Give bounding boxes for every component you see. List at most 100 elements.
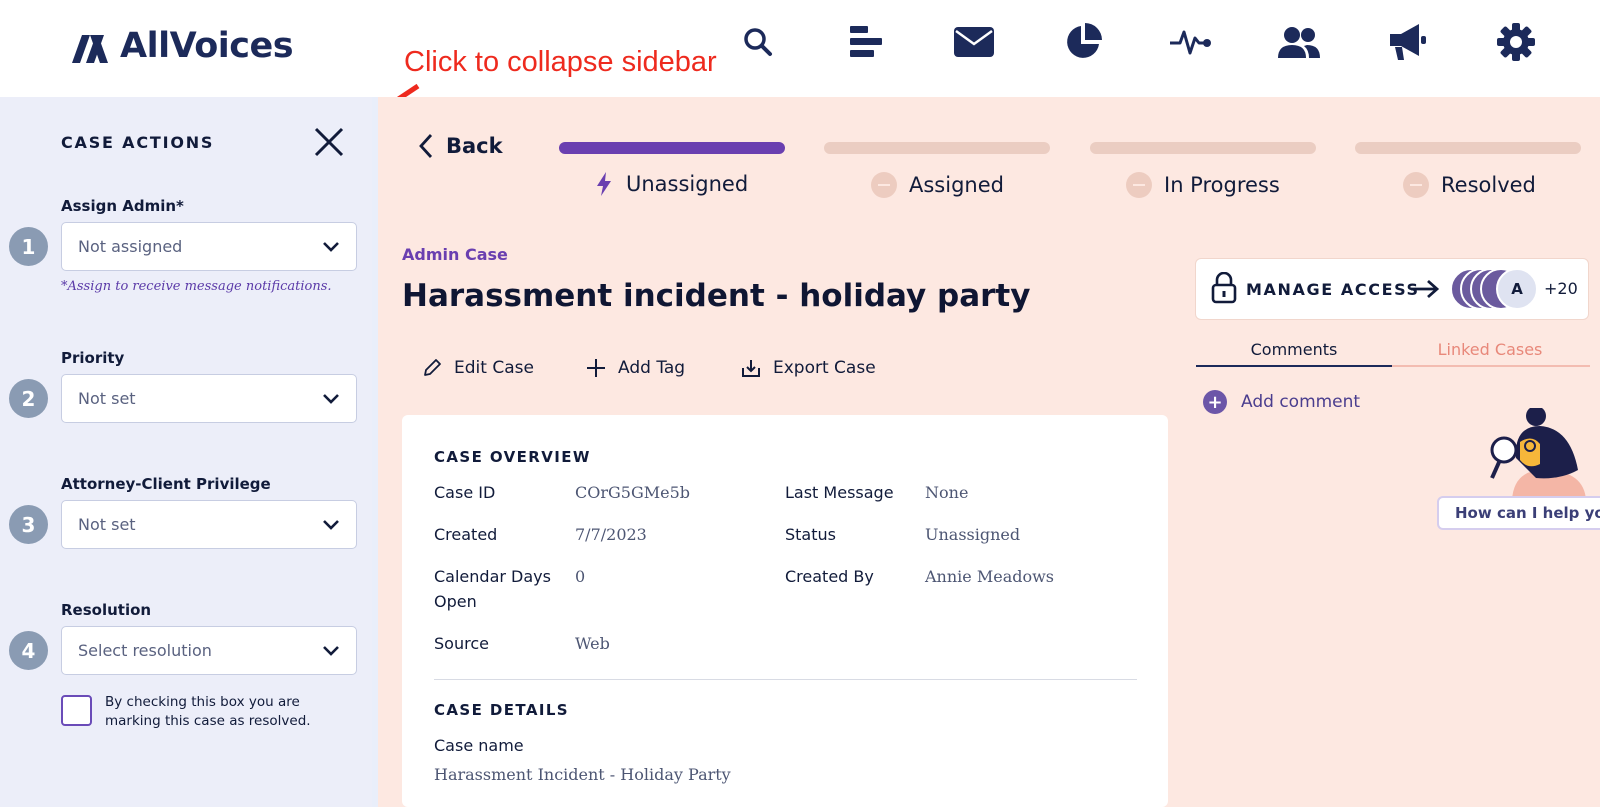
- download-icon: [742, 360, 760, 377]
- stage-resolved: Resolved: [1403, 172, 1536, 198]
- gear-icon[interactable]: [1494, 20, 1538, 64]
- chevron-down-icon: [323, 646, 339, 656]
- add-comment-button[interactable]: + Add comment: [1203, 390, 1360, 414]
- case-details-heading: CASE DETAILS: [434, 701, 570, 719]
- help-assistant-mascot-icon[interactable]: [1474, 408, 1600, 500]
- resolved-checkbox[interactable]: [61, 695, 92, 726]
- source-label: Source: [434, 634, 489, 653]
- chevron-down-icon: [323, 242, 339, 252]
- case-name-label: Case name: [434, 736, 524, 755]
- manage-access-label: MANAGE ACCESS: [1246, 280, 1420, 299]
- progress-segment-resolved: [1355, 142, 1581, 154]
- calendar-days-open-value: 0: [575, 567, 586, 586]
- pencil-icon: [424, 359, 441, 376]
- stage-label: Assigned: [909, 173, 1004, 197]
- tab-linked-cases[interactable]: Linked Cases: [1392, 340, 1588, 359]
- case-id-label: Case ID: [434, 483, 496, 502]
- resolved-checkbox-label: By checking this box you are marking thi…: [105, 694, 311, 729]
- access-avatar-stack: A: [1450, 268, 1540, 310]
- card-divider: [434, 679, 1137, 680]
- allvoices-logo-mark-icon: [72, 35, 108, 63]
- progress-segment-assigned: [824, 142, 1050, 154]
- add-tag-button[interactable]: Add Tag: [586, 358, 685, 378]
- export-case-label: Export Case: [773, 358, 876, 378]
- edit-case-label: Edit Case: [454, 358, 534, 378]
- arrow-right-icon: [1411, 279, 1440, 299]
- step-number-badge: 1: [9, 227, 48, 266]
- case-title: Harassment incident - holiday party: [402, 278, 1031, 314]
- source-value: Web: [575, 634, 610, 653]
- created-label: Created: [434, 525, 498, 544]
- select-value: Not set: [78, 389, 136, 408]
- collapse-sidebar-annotation: Click to collapse sidebar: [404, 46, 717, 78]
- megaphone-icon[interactable]: [1385, 20, 1429, 64]
- privilege-select[interactable]: Not set: [61, 500, 357, 549]
- chevron-left-icon: [419, 134, 433, 158]
- assign-admin-label: Assign Admin*: [61, 197, 184, 215]
- stage-assigned: Assigned: [871, 172, 1004, 198]
- case-type-label: Admin Case: [402, 245, 508, 264]
- chevron-down-icon: [323, 520, 339, 530]
- case-name-value: Harassment Incident - Holiday Party: [434, 765, 731, 784]
- add-comment-label: Add comment: [1241, 392, 1361, 412]
- resolution-label: Resolution: [61, 601, 152, 619]
- activity-icon[interactable]: [1169, 20, 1213, 64]
- tab-comments[interactable]: Comments: [1196, 340, 1392, 359]
- step-number-badge: 4: [9, 631, 48, 670]
- select-value: Not set: [78, 515, 136, 534]
- last-message-label: Last Message: [785, 483, 894, 502]
- stage-label: Unassigned: [626, 172, 749, 196]
- close-sidebar-icon[interactable]: [312, 125, 346, 159]
- add-tag-label: Add Tag: [618, 358, 686, 378]
- priority-label: Priority: [61, 349, 125, 367]
- chevron-down-icon: [323, 394, 339, 404]
- export-case-button[interactable]: Export Case: [741, 358, 876, 378]
- status-label: Status: [785, 525, 836, 544]
- sidebar-title: CASE ACTIONS: [61, 133, 215, 152]
- step-number-badge: 2: [9, 379, 48, 418]
- users-icon[interactable]: [1277, 20, 1321, 64]
- pending-stage-icon: [1126, 172, 1152, 198]
- search-icon[interactable]: [736, 20, 780, 64]
- mail-icon[interactable]: [952, 20, 996, 64]
- add-comment-plus-icon: +: [1203, 390, 1227, 414]
- created-by-label: Created By: [785, 567, 874, 586]
- select-value: Not assigned: [78, 237, 183, 256]
- pie-chart-icon[interactable]: [1061, 20, 1105, 64]
- case-id-value: COrG5GMe5b: [575, 483, 691, 502]
- stage-label: Resolved: [1441, 173, 1536, 197]
- logo-text: AllVoices: [120, 26, 294, 66]
- created-by-value: Annie Meadows: [925, 567, 1055, 586]
- help-assistant-bubble[interactable]: How can I help you: [1437, 496, 1600, 530]
- priority-select[interactable]: Not set: [61, 374, 357, 423]
- lock-icon: [1211, 272, 1237, 304]
- stage-unassigned: Unassigned: [596, 172, 748, 196]
- edit-case-button[interactable]: Edit Case: [422, 358, 534, 378]
- resolution-select[interactable]: Select resolution: [61, 626, 357, 675]
- bars-icon[interactable]: [844, 20, 888, 64]
- case-overview-heading: CASE OVERVIEW: [434, 448, 591, 466]
- stage-label: In Progress: [1164, 173, 1280, 197]
- created-value: 7/7/2023: [575, 525, 647, 544]
- top-navigation-bar: AllVoices: [0, 0, 1600, 97]
- calendar-days-open-label-2: Open: [434, 592, 477, 611]
- back-button[interactable]: Back: [418, 133, 503, 159]
- calendar-days-open-label: Calendar Days: [434, 567, 551, 586]
- assign-hint: *Assign to receive message notifications…: [61, 279, 332, 294]
- step-number-badge: 3: [9, 505, 48, 544]
- stage-in-progress: In Progress: [1126, 172, 1280, 198]
- select-value: Select resolution: [78, 641, 212, 660]
- plus-icon: [587, 359, 605, 377]
- progress-segment-in-progress: [1090, 142, 1316, 154]
- allvoices-logo[interactable]: AllVoices: [72, 24, 294, 68]
- status-value: Unassigned: [925, 525, 1021, 544]
- progress-segment-unassigned: [559, 142, 785, 154]
- pending-stage-icon: [1403, 172, 1429, 198]
- pending-stage-icon: [871, 172, 897, 198]
- lightning-icon: [597, 172, 611, 196]
- avatar: A: [1496, 268, 1538, 310]
- extra-members-count: +20: [1544, 279, 1578, 298]
- last-message-value: None: [925, 483, 969, 502]
- inactive-tab-indicator: [1392, 365, 1590, 367]
- assign-admin-select[interactable]: Not assigned: [61, 222, 357, 271]
